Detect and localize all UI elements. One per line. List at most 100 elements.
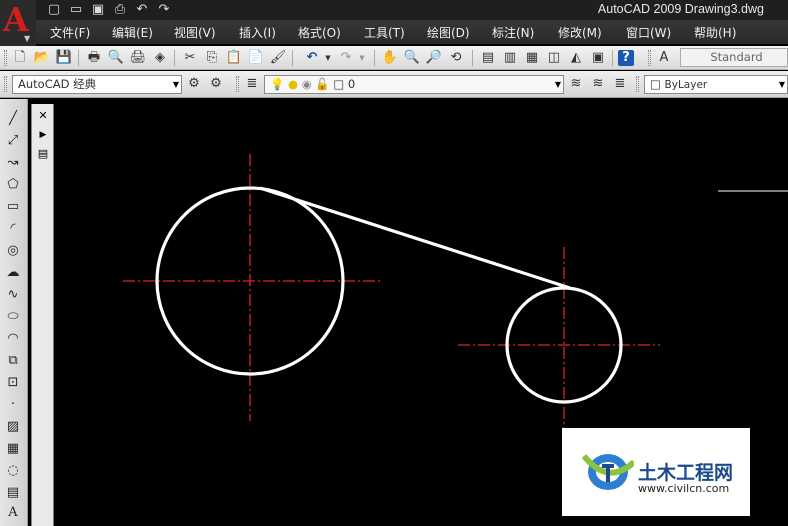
menu-insert[interactable]: 插入(I) [239,24,276,41]
quickcalc-icon[interactable]: ▣ [588,49,608,67]
line-icon[interactable]: ╱ [3,109,23,129]
ghost-window-tabs [185,2,445,16]
rectangle-icon[interactable]: ▭ [3,197,23,217]
open-icon[interactable]: 📂 [32,49,52,67]
save-icon[interactable]: ▣ [90,2,106,17]
tool-palette-strip: ✕ ▶ ▤ [31,104,54,526]
properties-icon[interactable]: ▤ [36,147,50,161]
make-object-layer-current-icon[interactable]: ≋ [566,75,586,93]
plot-icon[interactable]: 🖶 [84,49,104,67]
3d-dwf-icon[interactable]: ◈ [150,49,170,67]
color-select[interactable]: □ ByLayer ▼ [644,75,788,94]
new-file-icon[interactable]: ▢ [46,2,62,17]
layer-color-swatch: □ [333,77,345,91]
layer-previous-icon[interactable]: ≋ [588,75,608,93]
region-icon[interactable]: ◌ [3,461,23,481]
plot-preview-icon[interactable]: 🔍 [106,49,126,67]
watermark-url: www.civilcn.com [638,482,730,495]
watermark-logo-icon [581,454,634,490]
workspace-settings-icon[interactable]: ⚙ [184,75,204,93]
application-menu-button[interactable]: A ▼ [0,0,36,46]
toolbar-grip[interactable] [636,76,639,92]
pan-icon[interactable]: ✋ [380,49,400,67]
layer-name: 0 [347,77,356,91]
zoom-window-icon[interactable]: 🔎 [424,49,444,67]
title-bar: ▢ ▭ ▣ ⎙ ↶ ↷ AutoCAD 2009 Drawing3.dwg [0,0,788,20]
polyline-icon[interactable]: ↝ [3,153,23,173]
zoom-realtime-icon[interactable]: 🔍 [402,49,422,67]
multiline-text-icon[interactable]: A [3,503,23,523]
table-icon[interactable]: ▤ [3,483,23,503]
cut-icon[interactable]: ✂ [180,49,200,67]
workspace-save-icon[interactable]: ⚙ [206,75,226,93]
menu-file[interactable]: 文件(F) [50,24,90,41]
construction-line-icon[interactable]: ⤢ [3,131,23,151]
layer-select[interactable]: 💡 ● ◉ 🔓 □ 0 ▼ [264,75,564,94]
redo-icon[interactable]: ↷ [156,2,172,17]
undo-dropdown-icon[interactable]: ▼ [318,49,338,67]
redo-dropdown-icon[interactable]: ▼ [352,49,372,67]
toolbar-grip[interactable] [236,76,239,92]
insert-block-icon[interactable]: ⧉ [3,351,23,371]
menu-format[interactable]: 格式(O) [298,24,341,41]
save-icon[interactable]: 💾 [54,49,74,67]
design-center-icon[interactable]: ▥ [500,49,520,67]
color-value: ByLayer [664,79,708,91]
spline-icon[interactable]: ∿ [3,285,23,305]
help-icon[interactable]: ? [618,50,634,66]
separator [374,50,375,66]
menu-draw[interactable]: 绘图(D) [427,24,470,41]
layers-toolbar: AutoCAD 经典 ▼ ⚙ ⚙ ≣ 💡 ● ◉ 🔓 □ 0 ▼ ≋ ≋ ≣ □… [0,71,788,98]
menu-help[interactable]: 帮助(H) [694,24,736,41]
print-icon[interactable]: ⎙ [112,2,128,17]
paste-special-icon[interactable]: 📄 [246,49,266,67]
menu-edit[interactable]: 编辑(E) [112,24,153,41]
make-block-icon[interactable]: ⊡ [3,373,23,393]
revision-cloud-icon[interactable]: ☁ [3,263,23,283]
properties-icon[interactable]: ▤ [478,49,498,67]
polygon-icon[interactable]: ⬠ [3,175,23,195]
match-properties-icon[interactable]: 🖌 [268,49,288,67]
gradient-icon[interactable]: ▦ [3,439,23,459]
menu-view[interactable]: 视图(V) [174,24,216,41]
autohide-icon[interactable]: ▶ [36,128,50,142]
window-title: AutoCAD 2009 Drawing3.dwg [597,2,764,16]
paste-icon[interactable]: 📋 [224,49,244,67]
menu-bar: 文件(F) 编辑(E) 视图(V) 插入(I) 格式(O) 工具(T) 绘图(D… [36,20,788,44]
watermark: 土木工程网 www.civilcn.com [562,428,750,516]
point-icon[interactable]: · [3,395,23,415]
text-style-select[interactable]: Standard [680,48,788,67]
menu-window[interactable]: 窗口(W) [626,24,671,41]
menu-modify[interactable]: 修改(M) [558,24,602,41]
menu-tools[interactable]: 工具(T) [364,24,405,41]
layer-manager-icon[interactable]: ≣ [242,75,262,93]
undo-icon[interactable]: ↶ [134,2,150,17]
draw-toolbar: ╱ ⤢ ↝ ⬠ ▭ ◜ ◎ ☁ ∿ ⬭ ◠ ⧉ ⊡ · ▨ ▦ ◌ ▤ A [0,99,28,526]
hatch-icon[interactable]: ▨ [3,417,23,437]
menu-dimension[interactable]: 标注(N) [492,24,534,41]
copy-icon[interactable]: ⎘ [202,49,222,67]
markup-icon[interactable]: ◭ [566,49,586,67]
toolbar-grip[interactable] [648,50,651,66]
lock-icon: 🔓 [315,77,330,91]
open-folder-icon[interactable]: ▭ [68,2,84,17]
circle-icon[interactable]: ◎ [3,241,23,261]
toolbar-grip[interactable] [4,76,7,92]
ellipse-icon[interactable]: ⬭ [3,307,23,327]
tangent-line[interactable] [259,186,571,290]
text-style-icon[interactable]: A [654,49,674,67]
chevron-down-icon: ▼ [554,80,561,89]
publish-icon[interactable]: 🖨 [128,49,148,67]
tool-palettes-icon[interactable]: ▦ [522,49,542,67]
workspace-select[interactable]: AutoCAD 经典 ▼ [12,75,182,94]
toolbar-grip[interactable] [4,50,7,66]
new-icon[interactable]: 🗋 [10,49,30,67]
zoom-previous-icon[interactable]: ⟲ [446,49,466,67]
color-swatch: □ [650,77,661,91]
arc-icon[interactable]: ◜ [3,219,23,239]
sheet-set-icon[interactable]: ◫ [544,49,564,67]
separator [174,50,175,66]
layer-states-icon[interactable]: ≣ [610,75,630,93]
close-icon[interactable]: ✕ [36,109,50,123]
ellipse-arc-icon[interactable]: ◠ [3,329,23,349]
